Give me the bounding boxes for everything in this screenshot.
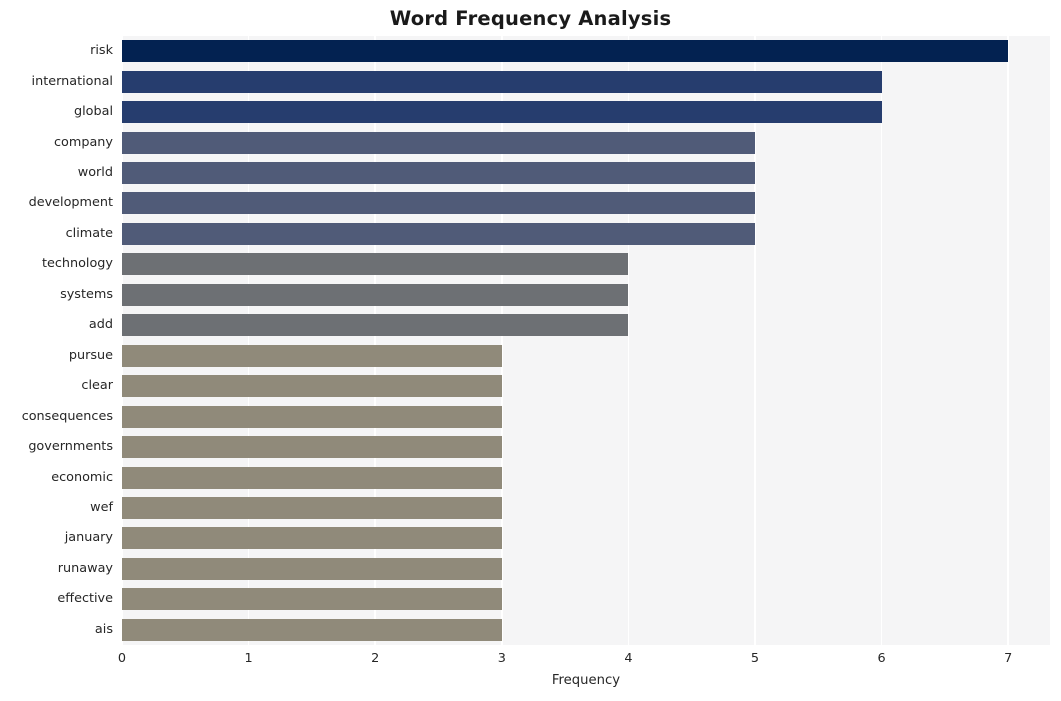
y-tick-label: clear [81, 378, 113, 394]
y-tick-label: consequences [21, 408, 113, 424]
chart-figure: Word Frequency Analysis risk internationa… [0, 0, 1061, 701]
x-tick-label: 3 [497, 651, 506, 666]
x-tick-label: 2 [371, 651, 380, 666]
bar[interactable] [122, 344, 502, 367]
gridline-4 [627, 36, 630, 645]
y-tick-label: economic [51, 469, 113, 485]
gridline-7 [1007, 36, 1009, 645]
gridline-5 [754, 36, 756, 645]
y-tick-label: governments [28, 439, 113, 455]
y-tick-label: effective [57, 591, 113, 607]
bar[interactable] [122, 101, 882, 124]
bar[interactable] [122, 527, 502, 550]
y-axis: risk international global company world devel… [0, 36, 113, 645]
x-tick-label: 5 [750, 651, 760, 666]
x-tick-label: 4 [624, 651, 633, 666]
gridline-2 [374, 36, 376, 645]
x-tick-label: 7 [1004, 651, 1013, 666]
bar[interactable] [122, 436, 502, 459]
bar-fill [122, 436, 502, 459]
bar-fill [122, 70, 882, 93]
x-tick-label: 6 [877, 651, 886, 666]
bar[interactable] [122, 283, 629, 306]
bar[interactable] [122, 588, 502, 611]
bar[interactable] [122, 557, 502, 580]
bar[interactable] [122, 314, 629, 337]
gridline-3 [501, 36, 503, 645]
bar[interactable] [122, 375, 502, 398]
bar[interactable] [122, 222, 755, 245]
bar-fill [122, 557, 502, 580]
bar-fill [122, 466, 502, 489]
bar[interactable] [122, 162, 755, 185]
gridline-0 [122, 36, 123, 645]
y-tick-label: january [64, 530, 113, 546]
bar[interactable] [122, 253, 629, 276]
bar-fill [122, 131, 755, 154]
bar-fill [122, 375, 502, 398]
bar-fill [122, 40, 1009, 63]
bar-fill [122, 344, 502, 367]
y-tick-label: world [77, 165, 113, 181]
chart-title: Word Frequency Analysis [389, 7, 672, 30]
bar-fill [122, 101, 882, 124]
bar-fill [122, 162, 755, 185]
bar[interactable] [122, 192, 755, 215]
y-tick-label: systems [60, 286, 113, 302]
y-tick-label: climate [65, 225, 113, 241]
bar[interactable] [122, 70, 882, 93]
bar[interactable] [122, 40, 1009, 63]
x-axis-label: Frequency [551, 673, 621, 688]
bar-fill [122, 253, 629, 276]
gridline-6 [880, 36, 883, 645]
y-tick-label: runaway [57, 560, 113, 576]
bar-fill [122, 527, 502, 550]
plot-area [122, 36, 1050, 645]
y-tick-label: add [88, 317, 113, 333]
bar-fill [122, 618, 502, 641]
bar-fill [122, 192, 755, 215]
y-tick-label: wef [90, 499, 113, 515]
bar[interactable] [122, 496, 502, 519]
y-tick-label: risk [90, 43, 113, 59]
bar-fill [122, 314, 629, 337]
x-tick-label: 0 [117, 651, 127, 666]
y-tick-label: pursue [68, 347, 113, 363]
bar[interactable] [122, 618, 502, 641]
x-tick-label: 1 [244, 651, 253, 666]
y-tick-label: technology [41, 256, 113, 272]
bar[interactable] [122, 405, 502, 428]
gridline-1 [247, 36, 250, 645]
bar-fill [122, 283, 629, 306]
y-tick-label: global [73, 104, 113, 120]
y-tick-label: international [31, 73, 113, 89]
bar[interactable] [122, 466, 502, 489]
bar[interactable] [122, 131, 755, 154]
y-tick-label: company [54, 134, 113, 150]
bar-fill [122, 405, 502, 428]
y-tick-label: development [28, 195, 113, 211]
y-tick-label: ais [94, 621, 113, 637]
x-axis: 0 1 2 3 4 5 6 7 [118, 645, 1050, 675]
bar-fill [122, 222, 755, 245]
bar-fill [122, 496, 502, 519]
bar-fill [122, 588, 502, 611]
